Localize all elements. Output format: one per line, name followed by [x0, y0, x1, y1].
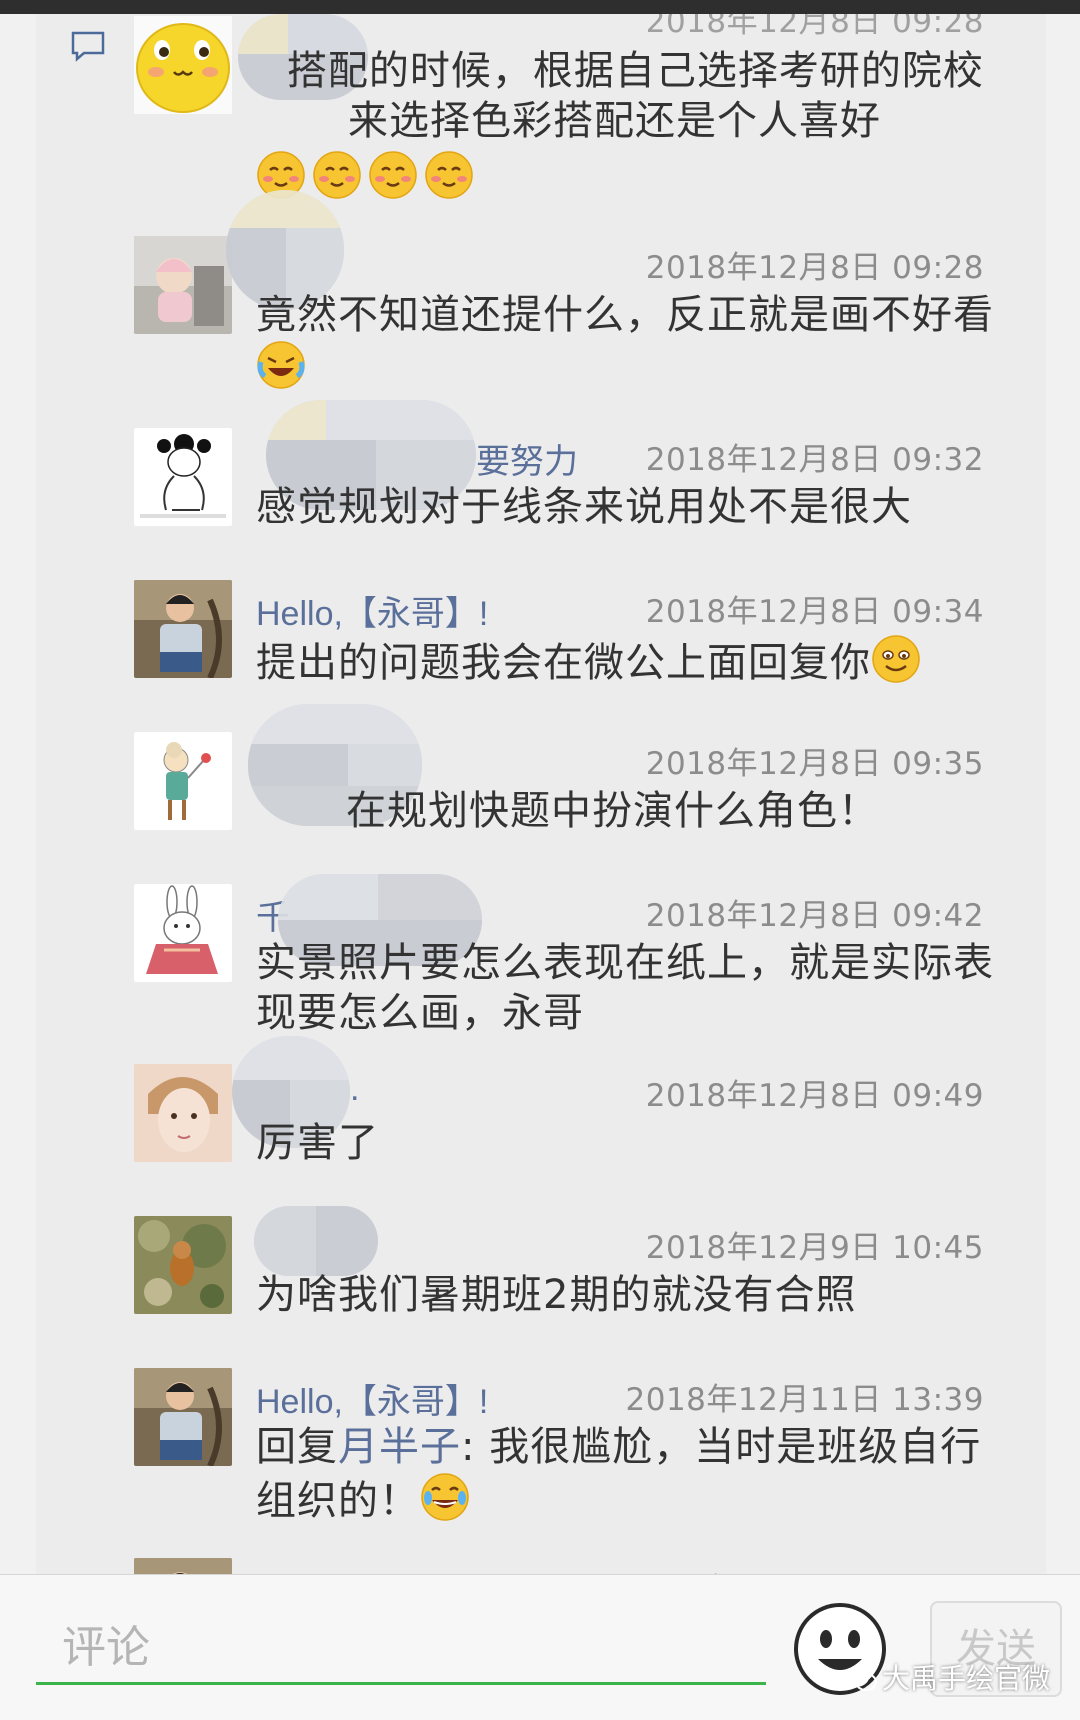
commenter-name[interactable]: .: [350, 1070, 359, 1109]
comment-list: 2018年12月8日 09:28 --搭配的时候，根据自己选择考研的院校来选择色…: [0, 14, 1080, 1574]
comment-text: 回复月半子: 我很尴尬，当时是班级自行组织的！: [256, 1424, 982, 1524]
comment-time: 2018年12月11日 13:42: [626, 1564, 984, 1574]
avatar[interactable]: [134, 732, 232, 830]
avatar[interactable]: [134, 1216, 232, 1314]
comment-bar: 评论 发送 大禹手绘官微: [0, 1574, 1080, 1720]
blush-emoji-icon: [424, 150, 474, 200]
blurred-name: [254, 1206, 378, 1276]
comment-text: 为啥我们暑期班2期的就没有合照: [256, 1272, 857, 1318]
comment-text: 感觉规划对于线条来说用处不是很大: [256, 484, 912, 530]
comment-time: 2018年12月9日 10:45: [645, 1230, 984, 1266]
avatar[interactable]: [134, 16, 232, 114]
commenter-name[interactable]: Hello,【永哥】!: [256, 586, 488, 635]
avatar[interactable]: [134, 1558, 232, 1574]
avatar[interactable]: [134, 428, 232, 526]
comment-time: 2018年12月8日 09:49: [645, 1078, 984, 1114]
avatar[interactable]: [134, 580, 232, 678]
avatar[interactable]: [134, 1368, 232, 1466]
comment-time: 2018年12月8日 09:28: [645, 14, 984, 40]
wechat-icon: [843, 1667, 877, 1691]
smile-emoji-icon: [871, 634, 921, 684]
comment-time: 2018年12月8日 09:34: [645, 594, 984, 630]
blush-emoji-icon: [368, 150, 418, 200]
comment-text: --搭配的时候，根据自己选择考研的院校来选择色彩搭配还是个人喜好: [286, 48, 984, 144]
watermark: 大禹手绘官微: [842, 1657, 1050, 1697]
commenter-name[interactable]: Hello,【永哥】!: [256, 1374, 488, 1423]
commenter-name[interactable]: 要努力: [476, 434, 578, 483]
avatar[interactable]: [134, 236, 232, 334]
comment-time: 2018年12月8日 09:42: [645, 898, 984, 934]
laugh-cry-emoji-icon: [256, 340, 306, 390]
status-bar: [0, 0, 1080, 14]
reply-mention[interactable]: 月半子: [338, 1424, 461, 1470]
comment-time: 2018年12月8日 09:28: [645, 250, 984, 286]
comment-text: 厉害了: [256, 1120, 379, 1166]
comment-time: 2018年12月11日 13:39: [625, 1382, 984, 1418]
comment-time: 2018年12月8日 09:35: [645, 746, 984, 782]
comment-text: 提出的问题我会在微公上面回复你: [256, 634, 996, 688]
comment-text: 实景照片要怎么表现在纸上，就是实际表现要怎么画，永哥: [256, 940, 994, 1036]
comment-text: 在规划快题中扮演什么角色！: [346, 788, 879, 834]
comment-text: 竟然不知道还提什么，反正就是画不好看: [256, 290, 996, 394]
avatar[interactable]: [134, 1064, 232, 1162]
comment-time: 2018年12月8日 09:32: [645, 442, 984, 478]
avatar[interactable]: [134, 884, 232, 982]
tears-of-joy-emoji-icon: [420, 1472, 470, 1522]
commenter-name[interactable]: Hello,【永哥】!: [256, 1564, 488, 1574]
comment-input[interactable]: 评论: [36, 1605, 766, 1685]
